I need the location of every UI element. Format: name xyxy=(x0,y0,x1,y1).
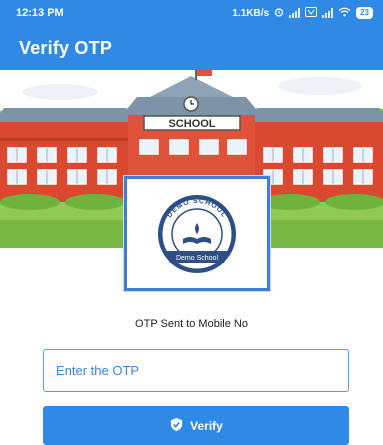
volte-icon xyxy=(305,6,318,20)
wifi-icon xyxy=(338,7,351,20)
school-sign-text: SCHOOL xyxy=(168,118,215,130)
signal-strength-icon-2 xyxy=(322,8,334,18)
otp-input-container xyxy=(43,349,349,392)
verify-button[interactable]: Verify xyxy=(43,406,349,445)
signal-strength-icon xyxy=(289,8,301,18)
verify-button-label: Verify xyxy=(190,418,223,433)
app-bar: Verify OTP xyxy=(0,26,383,70)
alarm-icon xyxy=(274,7,284,20)
otp-input[interactable] xyxy=(44,350,348,391)
battery-icon: 23 xyxy=(356,7,373,19)
school-logo: DEMO SCHOOL Demo School xyxy=(158,194,236,273)
status-icons: 1.1KB/s 23 xyxy=(232,6,373,20)
network-speed: 1.1KB/s xyxy=(232,7,270,19)
status-time: 12:13 PM xyxy=(16,7,64,19)
shield-check-icon xyxy=(169,417,184,435)
status-bar: 12:13 PM 1.1KB/s 23 xyxy=(0,0,383,26)
page-title: Verify OTP xyxy=(19,37,113,58)
school-logo-card: DEMO SCHOOL Demo School xyxy=(124,176,270,291)
otp-sent-label: OTP Sent to Mobile No xyxy=(135,318,248,330)
logo-ribbon-text: Demo School xyxy=(176,255,218,262)
